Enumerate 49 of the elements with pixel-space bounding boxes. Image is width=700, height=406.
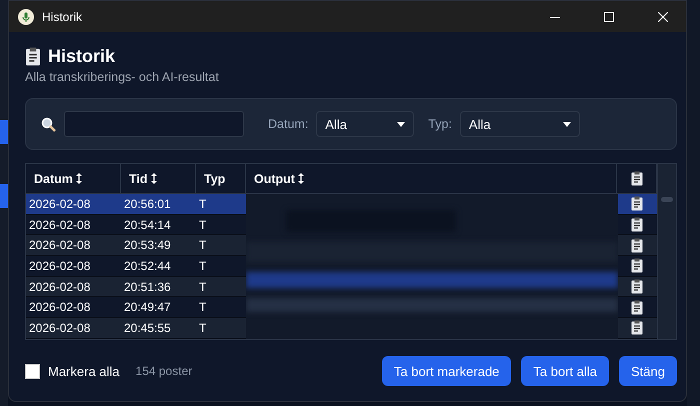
checkbox-label: Markera alla: [48, 364, 120, 378]
page-title: Historik: [48, 46, 116, 67]
caret-icon: [562, 122, 571, 126]
caret-icon: [397, 122, 406, 126]
sort-icon[interactable]: [298, 173, 304, 184]
table-cell: 20:54:14: [121, 214, 196, 236]
clipboard-icon[interactable]: [631, 217, 643, 232]
clipboard-icon[interactable]: [631, 196, 643, 212]
clipboard-icon[interactable]: [631, 320, 643, 336]
close-icon: [658, 12, 668, 22]
column-header[interactable]: Tid: [121, 164, 196, 194]
window-title: Historik: [42, 10, 84, 24]
table-cell: T: [196, 214, 246, 236]
sort-icon[interactable]: [76, 173, 82, 184]
table-cell: 2026-02-08: [26, 256, 121, 277]
search-icon: [41, 116, 56, 132]
search-field[interactable]: [64, 111, 244, 137]
action-button[interactable]: Ta bort alla: [521, 356, 610, 386]
table-cell: 2026-02-08: [26, 297, 121, 318]
type-filter-label: Typ:: [428, 117, 452, 131]
date-filter-label: Datum:: [268, 117, 308, 131]
column-header[interactable]: Output: [246, 164, 617, 194]
column-header[interactable]: Datum: [26, 164, 121, 194]
action-button[interactable]: Stäng: [619, 356, 677, 386]
sort-icon[interactable]: [150, 173, 157, 184]
clipboard-icon[interactable]: [630, 171, 642, 186]
table-cell: 2026-02-08: [26, 194, 121, 215]
type-filter-select[interactable]: Alla: [460, 111, 580, 137]
clipboard-icon[interactable]: [631, 300, 643, 315]
table-cell: T: [196, 194, 246, 215]
action-button[interactable]: Ta bort markerade: [382, 356, 512, 386]
clipboard-icon[interactable]: [631, 238, 643, 253]
clipboard-icon: [25, 47, 41, 66]
table-cell: 2026-02-08: [26, 214, 121, 236]
page-subtitle: Alla transkriberings- och AI-resultat: [25, 70, 220, 84]
date-filter-select[interactable]: Alla: [316, 111, 414, 137]
table-cell: T: [196, 256, 246, 277]
record-count: 154 poster: [136, 364, 194, 378]
scrollbar-thumb[interactable]: [661, 197, 673, 202]
table-cell: T: [196, 297, 246, 318]
table-cell: 20:52:44: [121, 256, 196, 277]
maximize-icon: [604, 12, 614, 22]
microphone-icon: [18, 8, 34, 24]
clipboard-icon[interactable]: [631, 258, 643, 274]
table-cell: 20:49:47: [121, 297, 196, 318]
clipboard-icon[interactable]: [631, 279, 643, 294]
table-cell: 20:56:01: [121, 194, 196, 215]
column-header[interactable]: Typ: [196, 164, 246, 194]
checkbox[interactable]: [25, 364, 40, 378]
